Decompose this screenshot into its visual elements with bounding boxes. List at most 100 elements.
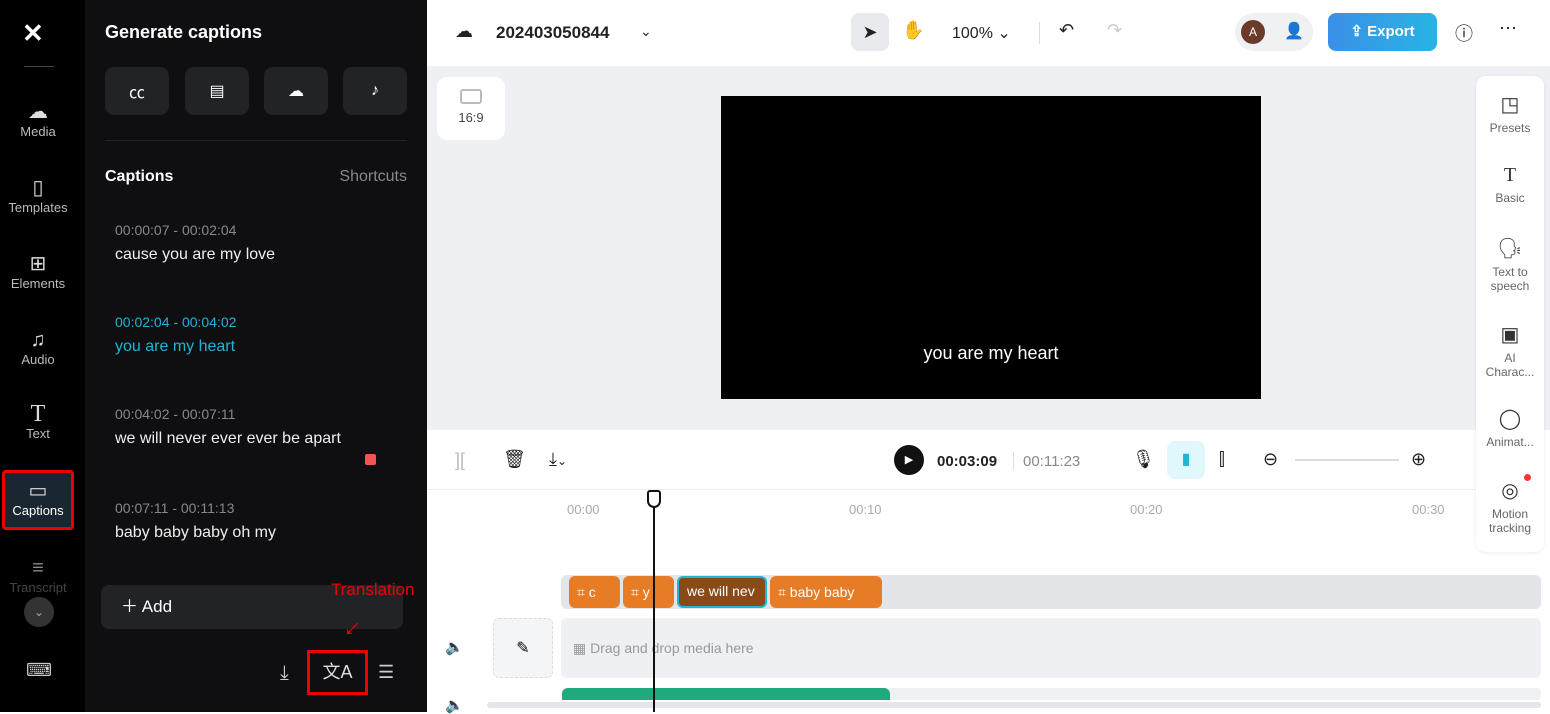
translate-icon: 文A	[322, 662, 353, 682]
audio-clip[interactable]	[562, 688, 890, 700]
zoom-out-icon[interactable]: ⊖	[1263, 449, 1278, 470]
share-icon: ⇪	[1350, 23, 1368, 40]
split-screen-icon[interactable]: ⫿	[1219, 449, 1225, 470]
templates-icon: ▯	[32, 177, 44, 199]
caption-clip-selected[interactable]: we will nev	[677, 576, 767, 608]
ai-character-icon: ▣	[1500, 324, 1520, 346]
rail-elements[interactable]: ⊞ Elements	[4, 252, 72, 291]
zoom-select[interactable]: 100% ⌄	[952, 23, 1011, 43]
translate-button[interactable]: 文A	[307, 650, 368, 695]
caption-clip[interactable]: ⌗ y	[623, 576, 674, 608]
top-bar: ☁ 202403050844 ⌄ ➤ ✋ 100% ⌄ ↶ ↷ A 👤 ⇪ Ex…	[427, 0, 1550, 66]
main-track-drop-zone[interactable]: ▦ Drag and drop media here	[561, 618, 1541, 678]
ratio-icon	[460, 89, 482, 104]
text-to-speech-tab[interactable]: 🗣 Text to speech	[1476, 236, 1544, 293]
mute-icon[interactable]: 🔈	[445, 638, 464, 656]
right-property-panel: ◳ Presets T Basic 🗣 Text to speech ▣ AI Char…	[1476, 76, 1544, 552]
motion-tracking-tab[interactable]: ◎ Motion tracking	[1476, 478, 1544, 535]
help-icon[interactable]: ⓘ	[1455, 20, 1473, 46]
aspect-ratio-button[interactable]: 16:9	[437, 77, 505, 140]
animation-icon: ◯	[1498, 408, 1522, 430]
playhead[interactable]	[653, 490, 655, 712]
cloud-upload-icon: ☁	[28, 101, 48, 123]
hand-tool-button[interactable]: ✋	[902, 20, 924, 41]
play-button[interactable]: ▶	[894, 445, 924, 475]
auto-snap-button[interactable]: ▮	[1167, 441, 1205, 479]
lyrics-captions-button[interactable]: ♪	[343, 67, 407, 115]
animation-tab[interactable]: ◯ Animat...	[1476, 406, 1544, 449]
cc-icon: ㏄	[128, 85, 145, 102]
caption-clip[interactable]: ⌗ c	[569, 576, 620, 608]
rail-templates[interactable]: ▯ Templates	[4, 176, 72, 215]
auto-captions-button[interactable]: ㏄	[105, 67, 169, 115]
divider	[24, 66, 54, 67]
more-chevron-button[interactable]: ⌄	[24, 597, 54, 627]
rail-transcript[interactable]: ≡ Transcript	[4, 556, 72, 595]
caption-item[interactable]: 00:07:11 - 00:11:13 baby baby baby oh my	[115, 500, 276, 542]
ai-character-tab[interactable]: ▣ AI Charac...	[1476, 322, 1544, 379]
delete-icon[interactable]: 🗑	[503, 449, 526, 470]
caption-item[interactable]: 00:04:02 - 00:07:11 we will never ever ev…	[115, 406, 341, 448]
timeline: ][ 🗑 ⤓⌄ ▶ 00:03:09 00:11:23 🎙 ▮ ⫿ ⊖ ⊕ 00…	[427, 430, 1550, 714]
search-captions-icon[interactable]: ☰	[378, 662, 394, 683]
capcut-logo: ✕	[22, 18, 44, 48]
shortcuts-link[interactable]: Shortcuts	[339, 168, 407, 186]
caption-clip[interactable]: ⌗ baby baby	[770, 576, 882, 608]
subtitle-overlay[interactable]: you are my heart	[721, 343, 1261, 364]
captions-heading: Captions	[105, 168, 174, 185]
presets-tab[interactable]: ◳ Presets	[1476, 92, 1544, 135]
download-dropdown[interactable]: ⤓⌄	[549, 449, 567, 470]
horizontal-scrollbar[interactable]	[487, 702, 1541, 708]
undo-button[interactable]: ↶	[1059, 20, 1074, 41]
transcript-icon: ≡	[32, 557, 44, 579]
rail-captions[interactable]: ▭ Captions	[2, 470, 74, 530]
split-icon[interactable]: ][	[455, 450, 465, 471]
playhead-handle[interactable]	[647, 490, 661, 508]
captions-panel: Generate captions ㏄ ▤ ☁ ♪ Captions Short…	[85, 0, 427, 712]
keyboard-icon[interactable]: ⌨	[26, 660, 52, 681]
divider	[105, 140, 407, 141]
more-icon[interactable]: ⋯	[1499, 18, 1517, 39]
project-name[interactable]: 202403050844	[496, 23, 609, 43]
microphone-icon[interactable]: 🎙	[1132, 449, 1155, 470]
total-time: 00:11:23	[1023, 453, 1081, 470]
export-button[interactable]: ⇪ Export	[1328, 13, 1437, 51]
redo-button[interactable]: ↷	[1107, 20, 1122, 41]
cloud-upload-icon: ☁	[288, 83, 304, 100]
speech-icon: 🗣	[1497, 238, 1523, 260]
panel-title: Generate captions	[105, 22, 263, 42]
captions-icon: ▭	[28, 480, 48, 502]
manual-captions-button[interactable]: ▤	[185, 67, 249, 115]
video-preview[interactable]: you are my heart	[721, 96, 1261, 399]
caption-item[interactable]: 00:00:07 - 00:02:04 cause you are my love	[115, 222, 275, 264]
music-icon: ♫	[30, 329, 46, 351]
basic-tab[interactable]: T Basic	[1476, 164, 1544, 205]
avatar[interactable]: A	[1241, 20, 1265, 44]
text-icon: T	[1503, 164, 1517, 186]
select-tool-button[interactable]: ➤	[851, 13, 889, 51]
elements-icon: ⊞	[29, 253, 47, 275]
download-icon[interactable]: ⤓	[280, 662, 289, 685]
zoom-slider[interactable]	[1295, 459, 1399, 461]
divider	[1039, 22, 1040, 44]
tick-label: 00:30	[1412, 502, 1445, 517]
divider	[427, 489, 1477, 490]
add-user-icon[interactable]: 👤	[1284, 21, 1304, 41]
translation-annotation: Translation	[331, 580, 415, 599]
tick-label: 00:20	[1130, 502, 1163, 517]
tick-label: 00:00	[567, 502, 600, 517]
rail-text[interactable]: T Text	[4, 402, 72, 441]
zoom-in-icon[interactable]: ⊕	[1411, 449, 1426, 470]
rail-audio[interactable]: ♫ Audio	[4, 328, 72, 367]
presets-icon: ◳	[1500, 94, 1520, 116]
left-rail: ✕ ☁ Media ▯ Templates ⊞ Elements ♫ Audio T Te…	[0, 0, 85, 712]
current-time: 00:03:09	[937, 453, 998, 470]
chevron-down-icon[interactable]: ⌄	[640, 23, 652, 40]
edit-cover-button[interactable]: ✎	[493, 618, 553, 678]
caption-item-active[interactable]: 00:02:04 - 00:04:02 you are my heart	[115, 314, 236, 356]
rail-media[interactable]: ☁ Media	[4, 100, 72, 139]
marker	[365, 454, 376, 465]
target-icon: ◎	[1501, 480, 1519, 502]
upload-captions-button[interactable]: ☁	[264, 67, 328, 115]
mute-icon[interactable]: 🔈	[445, 696, 464, 714]
